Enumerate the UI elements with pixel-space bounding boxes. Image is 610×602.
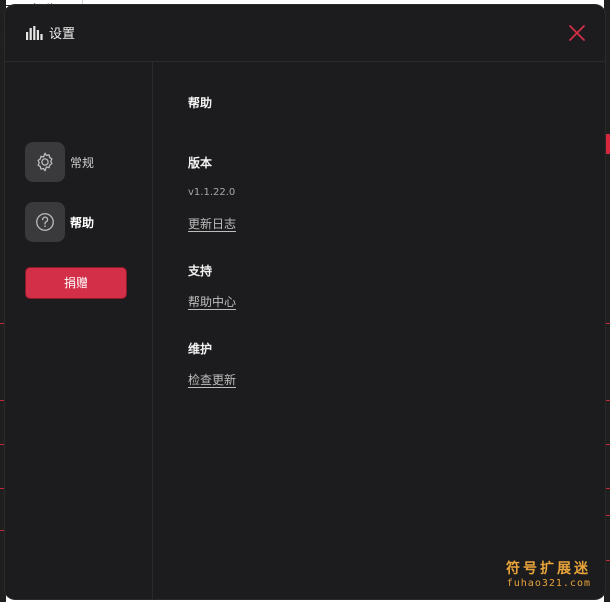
close-icon[interactable] bbox=[568, 24, 586, 42]
question-icon-box bbox=[25, 202, 65, 242]
dialog-title: 设置 bbox=[49, 27, 76, 42]
settings-dialog: 设置 常规 帮助 捐赠 帮助 版本 v1.1.22.0 更新日志 支持 帮助中心… bbox=[5, 5, 605, 599]
page-title: 帮助 bbox=[188, 96, 213, 110]
sidebar-item-label: 常规 bbox=[70, 156, 95, 170]
sidebar-item-general[interactable]: 常规 bbox=[25, 142, 140, 182]
check-update-link[interactable]: 检查更新 bbox=[188, 371, 236, 388]
question-icon bbox=[36, 213, 54, 231]
maintenance-heading: 维护 bbox=[188, 342, 213, 356]
watermark-url: fuhao321.com bbox=[506, 578, 591, 589]
sidebar-item-label: 帮助 bbox=[70, 216, 95, 230]
version-heading: 版本 bbox=[188, 156, 213, 170]
donate-button[interactable]: 捐赠 bbox=[25, 267, 127, 299]
help-center-link[interactable]: 帮助中心 bbox=[188, 293, 236, 310]
site-watermark: 符号扩展迷 fuhao321.com bbox=[506, 558, 591, 589]
support-heading: 支持 bbox=[188, 264, 213, 278]
version-number: v1.1.22.0 bbox=[188, 187, 236, 198]
gear-icon bbox=[37, 152, 53, 172]
watermark-title: 符号扩展迷 bbox=[506, 561, 591, 577]
bar-chart-icon bbox=[26, 26, 43, 40]
sidebar-item-help[interactable]: 帮助 bbox=[25, 202, 140, 242]
settings-sidebar: 常规 帮助 捐赠 bbox=[5, 62, 153, 599]
gear-icon-box bbox=[25, 142, 65, 182]
background-app-accent bbox=[606, 134, 610, 154]
changelog-link[interactable]: 更新日志 bbox=[188, 215, 236, 232]
dialog-header: 设置 bbox=[5, 5, 605, 62]
